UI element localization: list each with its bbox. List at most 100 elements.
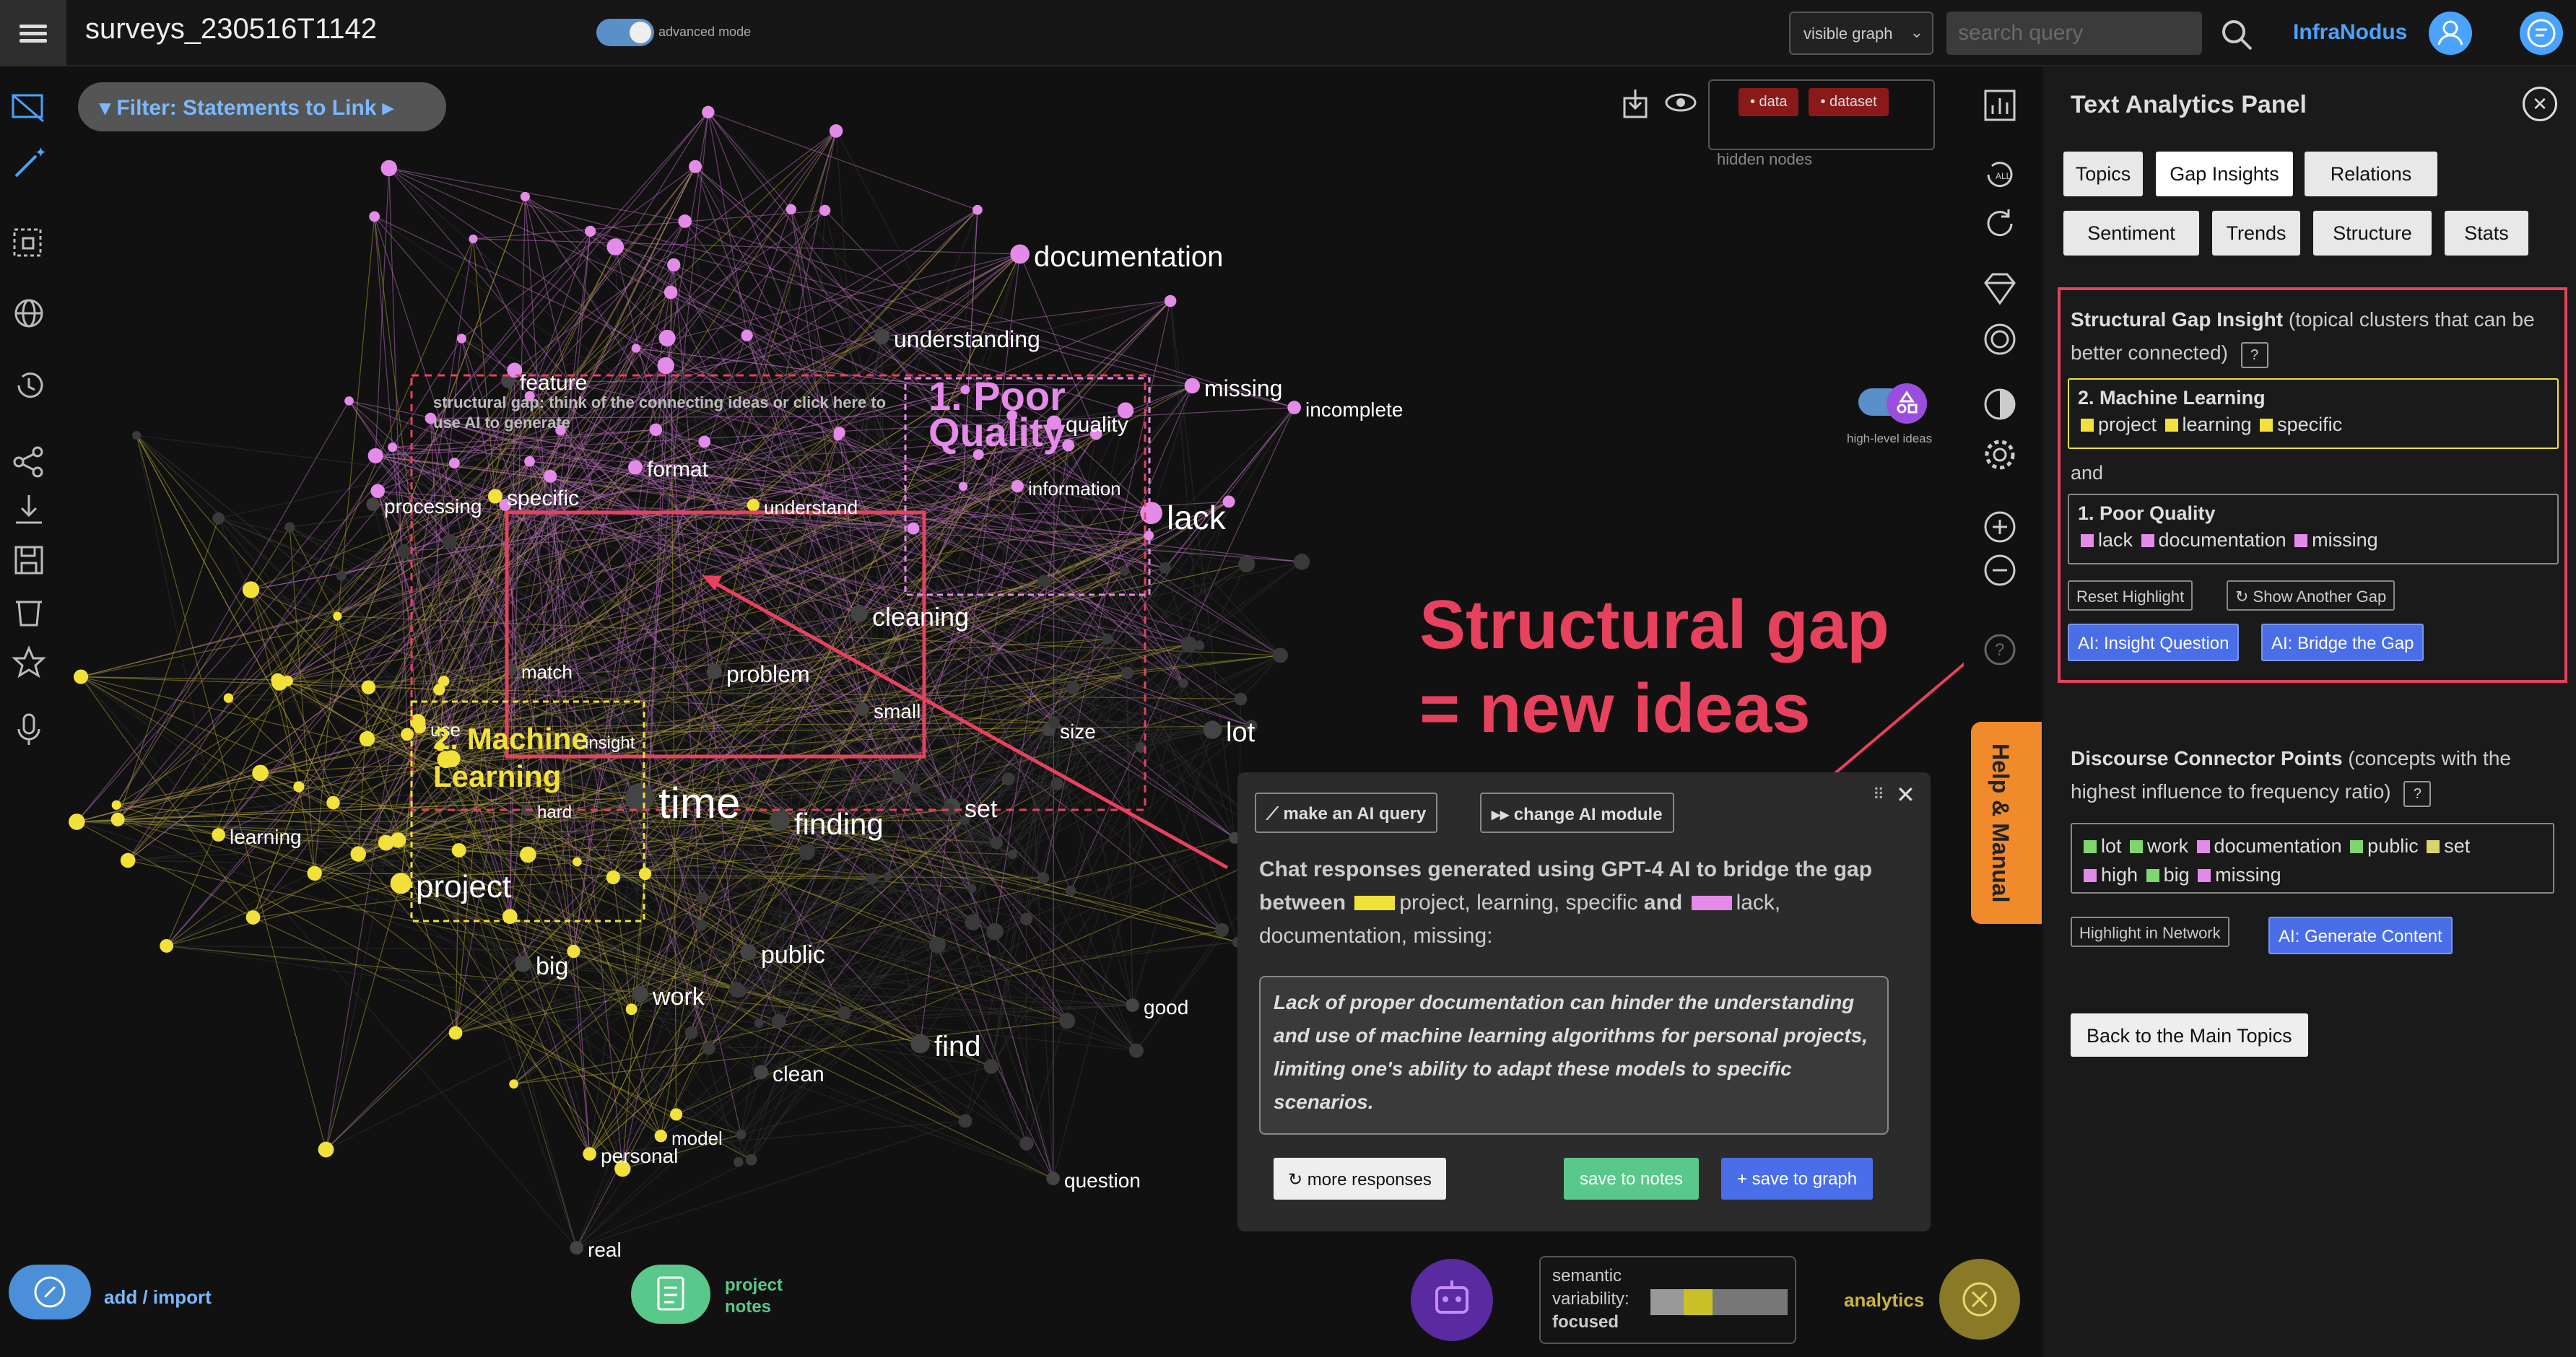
graph-node-dot[interactable] bbox=[1234, 692, 1248, 706]
machine-learning-cluster-label[interactable]: 2. Machine Learning bbox=[433, 720, 606, 795]
share-icon[interactable] bbox=[9, 442, 49, 482]
node-dot-real[interactable] bbox=[570, 1241, 584, 1255]
add-import-button[interactable] bbox=[9, 1265, 91, 1319]
graph-node-dot[interactable] bbox=[986, 922, 1004, 941]
node-dot-clean[interactable] bbox=[754, 1065, 768, 1080]
graph-node-dot[interactable] bbox=[786, 204, 796, 215]
download-graph-icon[interactable] bbox=[1620, 88, 1655, 120]
graph-node-dot[interactable] bbox=[695, 919, 708, 931]
select-area-icon[interactable] bbox=[9, 224, 49, 264]
graph-node-dot[interactable] bbox=[307, 865, 322, 881]
node-label-model[interactable]: model bbox=[671, 1127, 723, 1150]
node-dot-problem[interactable] bbox=[706, 663, 722, 680]
graph-node-dot[interactable] bbox=[972, 204, 983, 215]
drag-handle-icon[interactable]: ⠿ bbox=[1873, 785, 1884, 804]
graph-node-dot[interactable] bbox=[1048, 716, 1060, 729]
graph-node-dot[interactable] bbox=[160, 939, 174, 953]
node-dot-time[interactable] bbox=[625, 783, 654, 812]
cluster-1-box[interactable]: 1. Poor Quality lack documentation missi… bbox=[2068, 494, 2559, 564]
tab-trends[interactable]: Trends bbox=[2212, 211, 2300, 256]
term-label[interactable]: learning bbox=[2183, 414, 2258, 435]
graph-node-dot[interactable] bbox=[1102, 633, 1114, 645]
reset-highlight-button[interactable]: Reset Highlight bbox=[2068, 580, 2193, 611]
node-dot-format[interactable] bbox=[628, 460, 643, 475]
node-label-information[interactable]: information bbox=[1028, 478, 1121, 500]
ai-robot-icon[interactable] bbox=[1411, 1259, 1493, 1341]
node-dot-good[interactable] bbox=[1126, 998, 1139, 1012]
node-dot-model[interactable] bbox=[654, 1130, 667, 1143]
graph-node-dot[interactable] bbox=[657, 357, 674, 375]
graph-node-dot[interactable] bbox=[271, 673, 284, 687]
help-question-icon[interactable]: ? bbox=[2403, 781, 2432, 807]
search-icon[interactable] bbox=[2219, 17, 2254, 52]
graph-node-dot[interactable] bbox=[799, 844, 815, 860]
graph-node-dot[interactable] bbox=[242, 581, 260, 598]
search-input[interactable] bbox=[1946, 12, 2202, 55]
semantic-variability-widget[interactable]: semantic variability: focused bbox=[1539, 1256, 1796, 1344]
graph-node-dot[interactable] bbox=[284, 522, 295, 533]
node-label-incomplete[interactable]: incomplete bbox=[1305, 398, 1403, 422]
node-label-lack[interactable]: lack bbox=[1167, 498, 1226, 537]
node-dot-project[interactable] bbox=[390, 873, 412, 894]
save-to-graph-button[interactable]: + save to graph bbox=[1721, 1158, 1874, 1200]
node-label-lot[interactable]: lot bbox=[1226, 717, 1255, 749]
star-icon[interactable] bbox=[9, 642, 49, 683]
graph-node-dot[interactable] bbox=[451, 842, 466, 858]
node-label-good[interactable]: good bbox=[1144, 996, 1188, 1019]
graph-node-dot[interactable] bbox=[567, 944, 580, 959]
graph-node-dot[interactable] bbox=[741, 329, 753, 341]
node-dot-lot[interactable] bbox=[1203, 720, 1222, 739]
term-label[interactable]: missing bbox=[2312, 529, 2378, 551]
graph-node-dot[interactable] bbox=[990, 837, 1003, 850]
make-ai-query-button[interactable]: ⟋ make an AI query bbox=[1255, 793, 1438, 833]
microphone-icon[interactable] bbox=[9, 709, 49, 749]
close-icon[interactable]: ✕ bbox=[1896, 781, 1915, 808]
diamond-icon[interactable] bbox=[1980, 269, 2020, 309]
graph-node-dot[interactable] bbox=[369, 211, 380, 222]
tab-structure[interactable]: Structure bbox=[2313, 211, 2432, 256]
tab-relations[interactable]: Relations bbox=[2305, 152, 2437, 196]
graph-node-dot[interactable] bbox=[819, 204, 831, 217]
graph-node-dot[interactable] bbox=[754, 1018, 764, 1028]
node-dot-finding[interactable] bbox=[770, 810, 790, 831]
node-label-clean[interactable]: clean bbox=[773, 1063, 824, 1087]
contrast-icon[interactable] bbox=[1980, 384, 2020, 424]
graph-node-dot[interactable] bbox=[293, 781, 305, 793]
graph-node-dot[interactable] bbox=[1020, 912, 1033, 925]
high-level-ideas-icon[interactable] bbox=[1886, 383, 1928, 424]
graph-node-dot[interactable] bbox=[1121, 666, 1134, 680]
project-notes-label[interactable]: project notes bbox=[725, 1275, 783, 1318]
tab-gap-insights[interactable]: Gap Insights bbox=[2156, 152, 2293, 196]
graph-node-dot[interactable] bbox=[388, 442, 398, 453]
cluster-2-box[interactable]: 2. Machine Learning project learning spe… bbox=[2068, 378, 2559, 449]
reset-all-icon[interactable]: ALL bbox=[1980, 154, 2020, 195]
graph-node-dot[interactable] bbox=[433, 684, 445, 696]
graph-node-dot[interactable] bbox=[344, 396, 354, 406]
save-icon[interactable] bbox=[9, 540, 49, 580]
graph-node-dot[interactable] bbox=[1128, 1043, 1144, 1058]
node-dot-question[interactable] bbox=[1046, 1171, 1060, 1185]
node-label-missing[interactable]: missing bbox=[1204, 375, 1282, 402]
graph-node-dot[interactable] bbox=[965, 914, 981, 930]
graph-node-dot[interactable] bbox=[448, 1026, 463, 1040]
brand-logo[interactable]: InfraNodus bbox=[2293, 20, 2407, 45]
graph-node-dot[interactable] bbox=[73, 669, 89, 684]
graph-node-dot[interactable] bbox=[1066, 681, 1080, 695]
visible-graph-select[interactable]: visible graph ⌄ bbox=[1789, 12, 1933, 55]
graph-node-dot[interactable] bbox=[456, 333, 466, 344]
node-label-project[interactable]: project bbox=[416, 869, 511, 905]
node-label-problem[interactable]: problem bbox=[726, 661, 810, 688]
ai-generate-content-button[interactable]: AI: Generate Content bbox=[2268, 917, 2453, 954]
graph-node-dot[interactable] bbox=[829, 124, 843, 138]
node-label-real[interactable]: real bbox=[588, 1239, 622, 1262]
node-dot-processing[interactable] bbox=[366, 497, 380, 511]
graph-node-dot[interactable] bbox=[837, 1006, 851, 1020]
history-icon[interactable] bbox=[9, 365, 49, 406]
node-dot-cleaning[interactable] bbox=[850, 605, 868, 623]
graph-node-dot[interactable] bbox=[910, 782, 921, 794]
target-icon[interactable] bbox=[1980, 319, 2020, 359]
term-label[interactable]: project bbox=[2098, 414, 2162, 435]
node-dot-find[interactable] bbox=[910, 1034, 930, 1054]
show-another-gap-button[interactable]: ↻ Show Another Gap bbox=[2227, 580, 2396, 611]
node-label-learning[interactable]: learning bbox=[230, 826, 302, 849]
